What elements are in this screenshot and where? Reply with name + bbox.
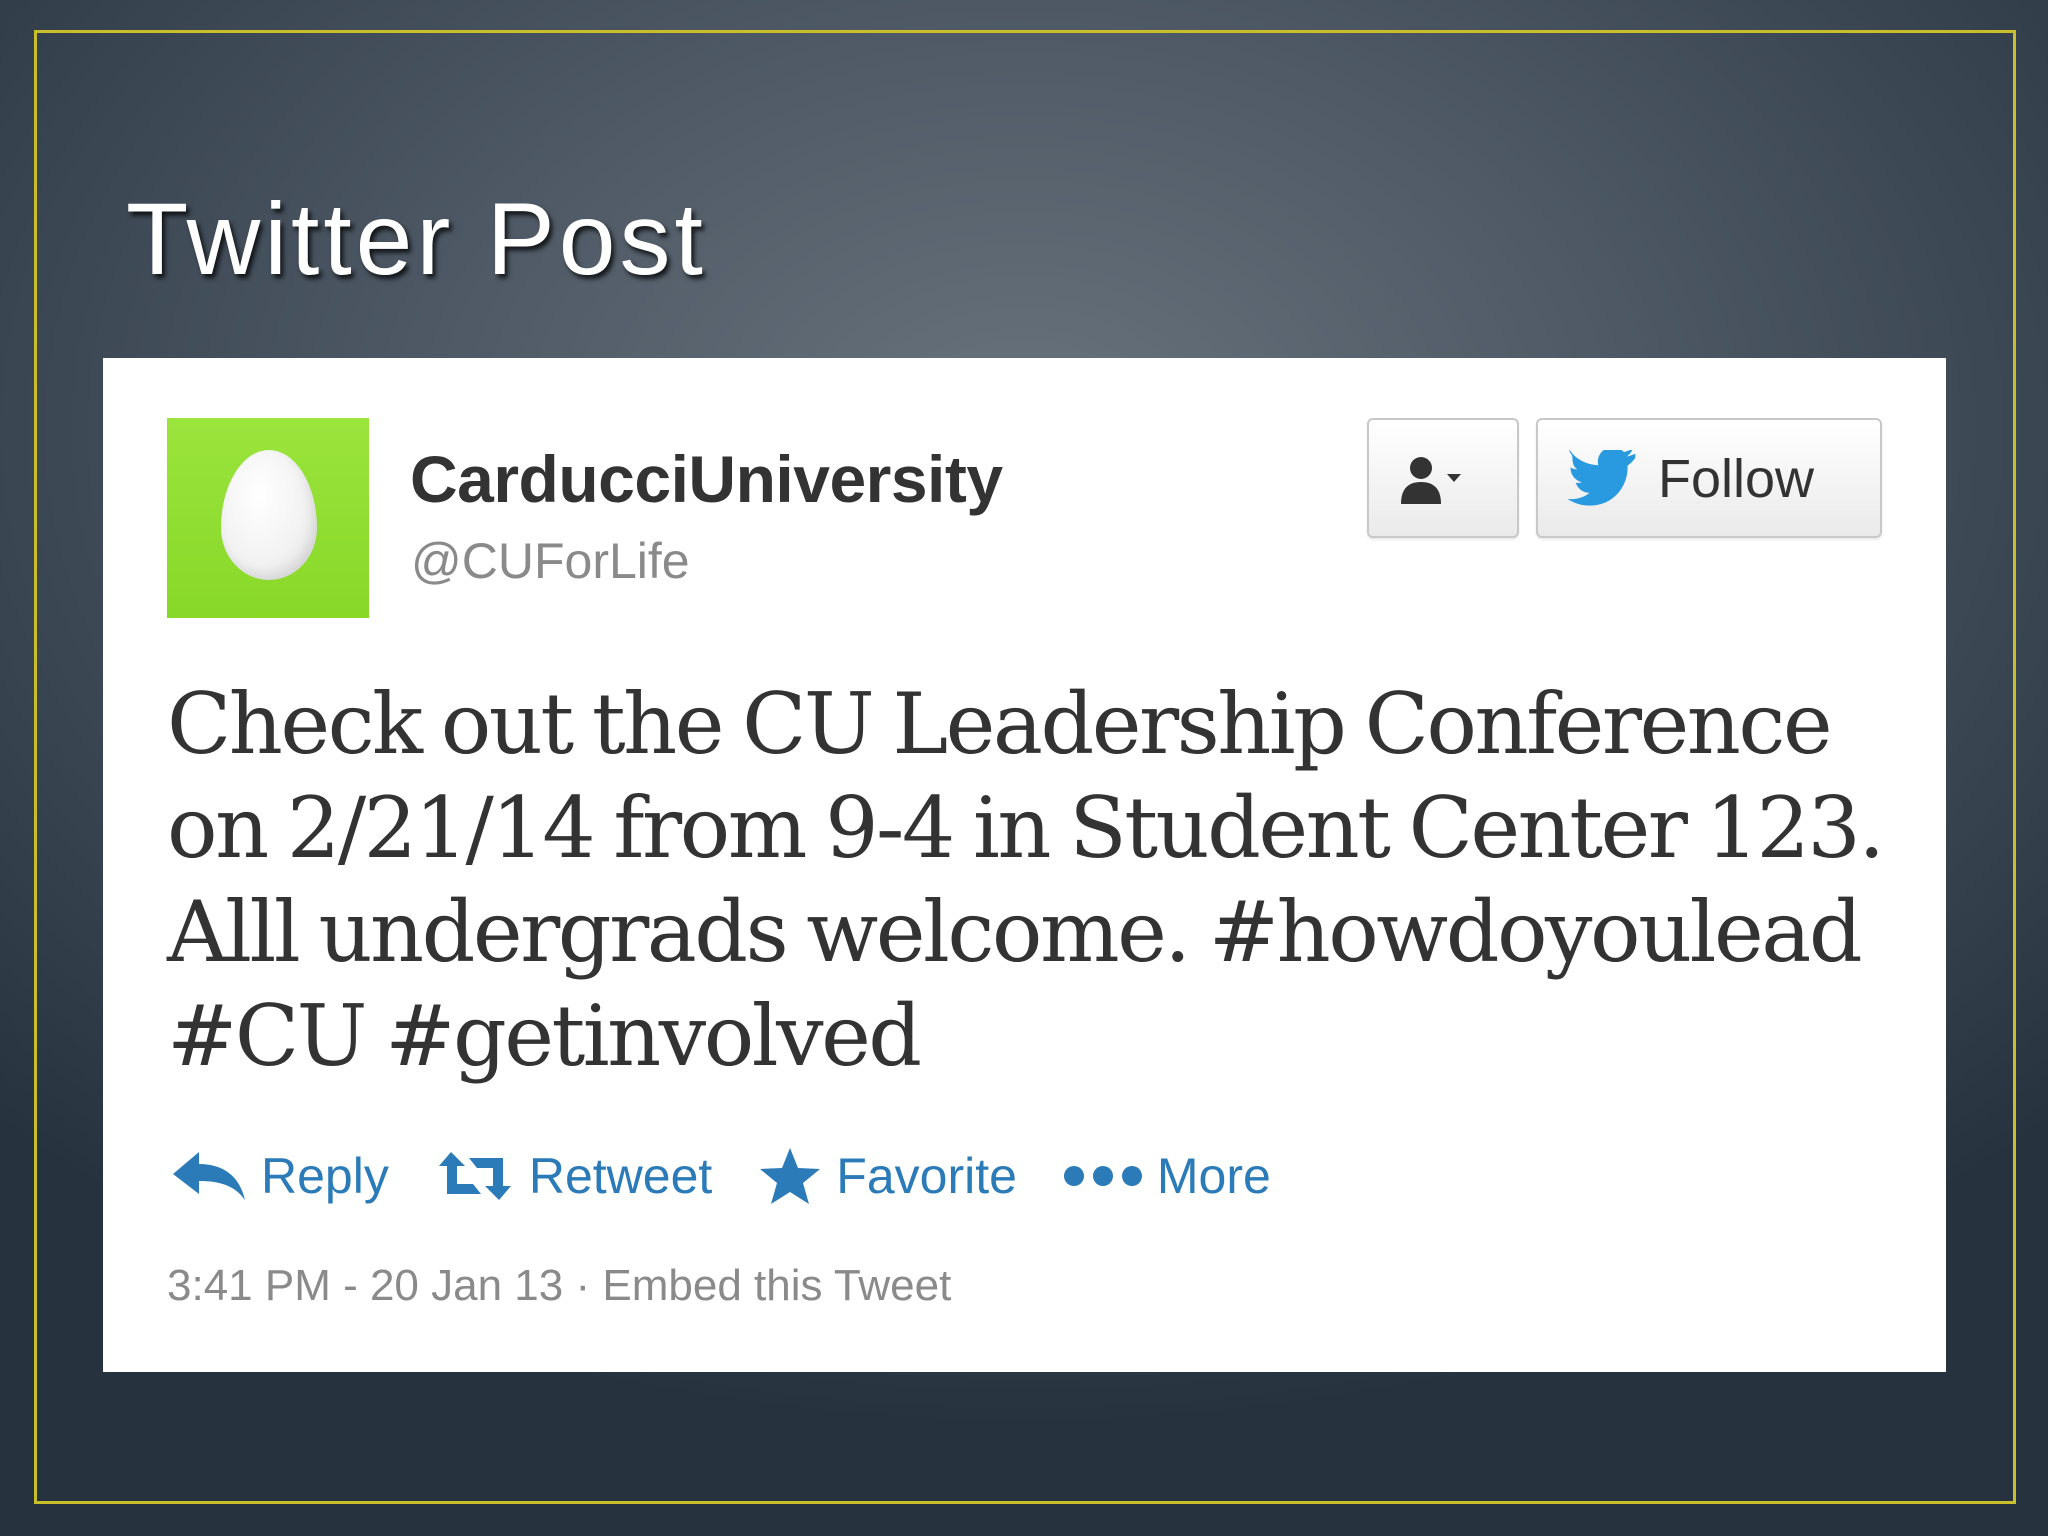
- retweet-icon: [438, 1152, 511, 1200]
- favorite-label: Favorite: [836, 1148, 1017, 1204]
- embed-tweet-link[interactable]: Embed this Tweet: [602, 1261, 951, 1310]
- reply-label: Reply: [261, 1148, 389, 1204]
- tweet-timestamp[interactable]: 3:41 PM - 20 Jan 13: [167, 1261, 563, 1310]
- ellipsis-icon: [1063, 1166, 1142, 1186]
- star-icon: [760, 1148, 821, 1204]
- profile-avatar[interactable]: [167, 418, 369, 618]
- reply-action[interactable]: Reply: [171, 1148, 389, 1204]
- follow-label: Follow: [1658, 449, 1815, 509]
- user-dropdown-icon: [1401, 457, 1461, 504]
- tweet-actions: Reply Retweet Favorite More: [171, 1136, 1317, 1216]
- twitter-bird-icon: [1568, 450, 1636, 506]
- user-handle[interactable]: @CUForLife: [411, 536, 690, 586]
- tweet-card: CarducciUniversity @CUForLife Follow Che…: [103, 358, 1946, 1372]
- follow-button[interactable]: Follow: [1536, 418, 1882, 538]
- more-action[interactable]: More: [1063, 1151, 1271, 1201]
- more-label: More: [1156, 1148, 1271, 1204]
- tweet-meta: 3:41 PM - 20 Jan 13 · Embed this Tweet: [167, 1264, 951, 1308]
- slide-title: Twitter Post: [126, 182, 707, 296]
- retweet-action[interactable]: Retweet: [435, 1148, 712, 1204]
- display-name[interactable]: CarducciUniversity: [410, 446, 1003, 512]
- user-actions-button[interactable]: [1367, 418, 1519, 538]
- retweet-label: Retweet: [528, 1148, 713, 1204]
- meta-separator: ·: [575, 1261, 591, 1310]
- tweet-text: Check out the CU Leadership Conference o…: [167, 675, 1885, 1085]
- reply-arrow-icon: [173, 1152, 245, 1200]
- egg-avatar-icon: [221, 450, 317, 580]
- favorite-action[interactable]: Favorite: [758, 1146, 1017, 1206]
